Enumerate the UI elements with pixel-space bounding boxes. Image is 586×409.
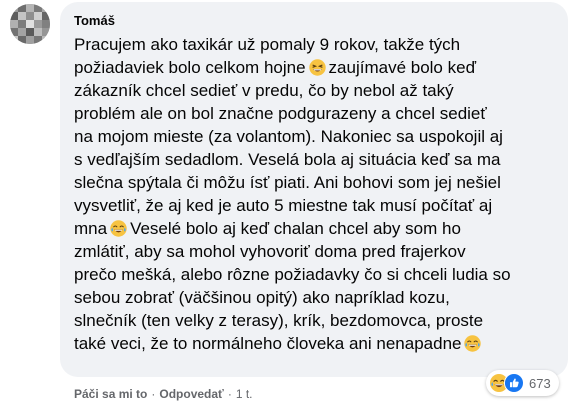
grinning-squinting-face-icon: [308, 59, 326, 76]
comment-container: Tomáš Pracujem ako taxikár už pomaly 9 r…: [0, 0, 586, 409]
comment-line-text: mna: [74, 219, 108, 238]
comment-line: na mojom mieste (za volantom). Nakoniec …: [74, 127, 503, 146]
separator: ·: [227, 387, 232, 401]
comment-line: vysvetliť, že aj ked je auto 5 miestne t…: [74, 196, 493, 215]
comment-line: také veci, že to normálneho človeka ani …: [74, 332, 560, 355]
comment-line: problém ale on bol značne podgurazeny a …: [74, 104, 487, 123]
timestamp[interactable]: 1 t.: [236, 387, 253, 401]
reaction-count: 673: [529, 375, 551, 391]
comment-bubble: Tomáš Pracujem ako taxikár už pomaly 9 r…: [60, 2, 568, 377]
comment-line: zákazník chcel sedieť v predu, čo by neb…: [74, 81, 454, 100]
comment-line: zmlátiť, aby sa mohol vyhovoriť doma pre…: [74, 242, 466, 261]
like-button[interactable]: Páči sa mi to: [74, 387, 147, 401]
comment-line: sebou zobrať (väčšinou opitý) ako naprík…: [74, 288, 450, 307]
separator: ·: [151, 387, 156, 401]
comment-line: požiadaviek bolo celkom hojne zaujímavé b…: [74, 56, 560, 79]
comment-text: Pracujem ako taxikár už pomaly 9 rokov, …: [74, 33, 560, 355]
comment-line: prečo mešká, alebo rôzne požiadavky čo s…: [74, 265, 511, 284]
comment-line-text: Veselé bolo aj keď chalan chcel aby som …: [130, 219, 461, 238]
comment-line: mna Veselé bolo aj keď chalan chcel aby s…: [74, 217, 560, 240]
comment-line-text: zaujímavé bolo keď: [328, 58, 477, 77]
avatar[interactable]: [10, 4, 50, 44]
comment-line-text: požiadaviek bolo celkom hojne: [74, 58, 306, 77]
comment-line-text: také veci, že to normálneho človeka ani …: [74, 334, 462, 353]
like-reaction-icon: [504, 373, 524, 393]
reply-button[interactable]: Odpovedať: [159, 387, 223, 401]
face-with-tears-of-joy-icon: [464, 335, 482, 352]
reactions-summary[interactable]: 673: [486, 370, 559, 396]
comment-line: slnečník (ten velky z terasy), krík, bez…: [74, 311, 484, 330]
comment-actions: Páči sa mi to · Odpovedať · 1 t.: [74, 386, 253, 402]
comment-line: s vedľajším sedadlom. Veselá bola aj sit…: [74, 150, 501, 169]
comment-line: slečna spýtala či môžu ísť piati. Ani bo…: [74, 173, 501, 192]
comment-author[interactable]: Tomáš: [74, 12, 568, 29]
face-with-tears-of-joy-icon: [110, 220, 127, 237]
comment-line: Pracujem ako taxikár už pomaly 9 rokov, …: [74, 35, 461, 54]
